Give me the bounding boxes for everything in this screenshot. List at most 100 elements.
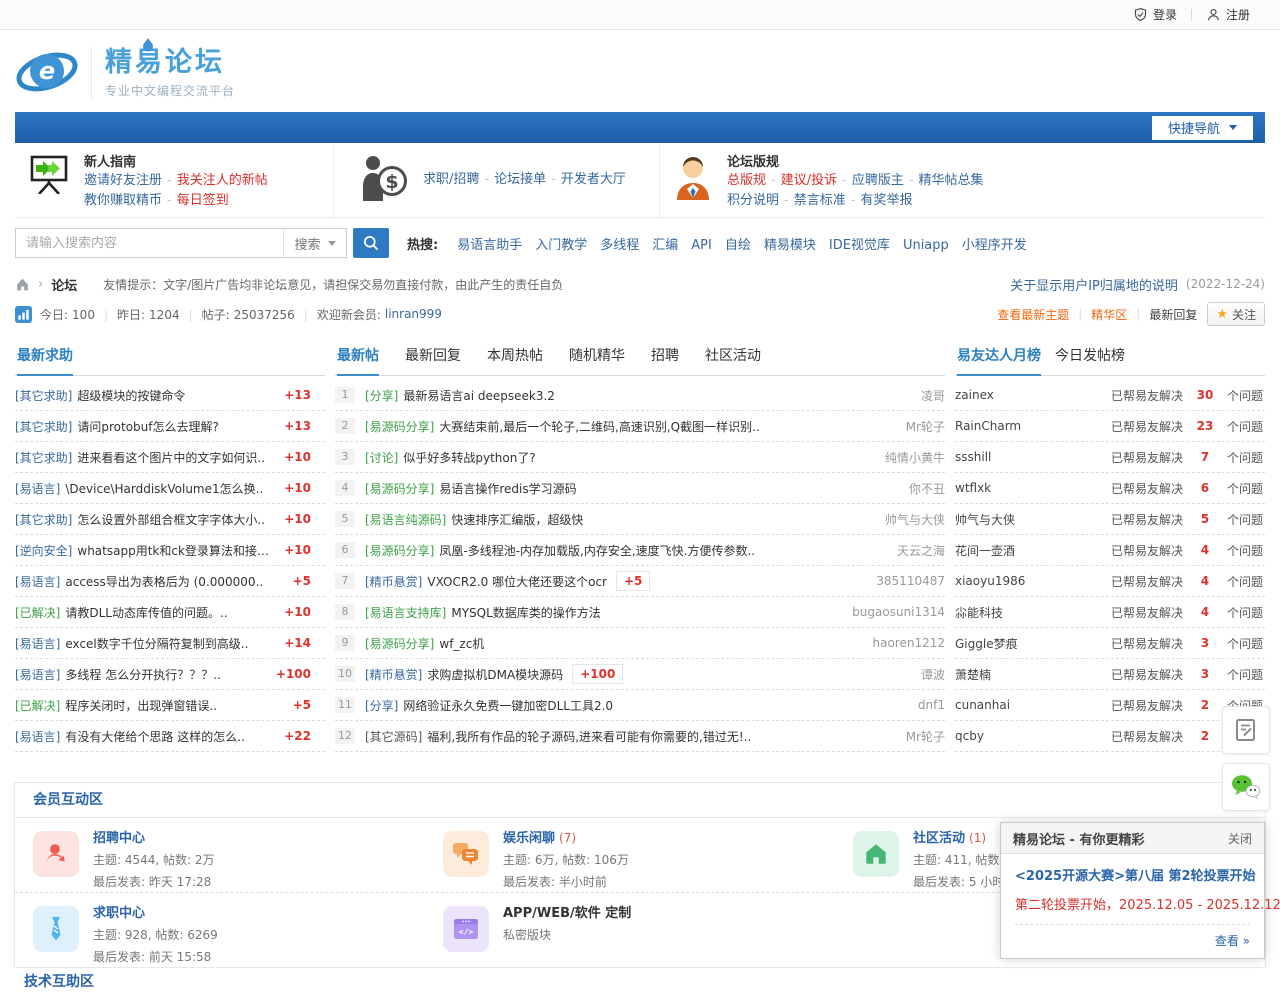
forum-block-chat[interactable]: 娱乐闲聊(7) 主题: 6万, 帖数: 106万 最后发表: 半小时前 bbox=[425, 831, 835, 879]
tab-latest-help[interactable]: 最新求助 bbox=[17, 340, 73, 376]
wechat-button[interactable] bbox=[1222, 763, 1270, 811]
block-title[interactable]: APP/WEB/软件 定制 bbox=[503, 906, 631, 921]
rules-link[interactable]: 总版规 bbox=[727, 173, 766, 188]
forum-block-jobseek[interactable]: 求职中心 主题: 928, 帖数: 6269 最后发表: 前天 15:58 bbox=[15, 906, 425, 954]
help-list-item[interactable]: [其它求助] 怎么设置外部组合框文字字体大小.. +10 bbox=[15, 504, 325, 535]
forum-block-recruit[interactable]: 招聘中心 主题: 4544, 帖数: 2万 最后发表: 昨天 17:28 bbox=[15, 831, 425, 879]
post-list-item[interactable]: 8 [易语言支持库] MYSQL数据库类的操作方法 bugaosuni1314 bbox=[335, 597, 945, 628]
rank-user-name[interactable]: Giggle梦痕 bbox=[955, 635, 1111, 652]
rank-user-name[interactable]: 帅气与大侠 bbox=[955, 511, 1111, 528]
post-category[interactable]: [精币悬赏] bbox=[365, 573, 422, 590]
latest-topics-link[interactable]: 查看最新主题 bbox=[997, 306, 1069, 323]
block-title[interactable]: 娱乐闲聊(7) bbox=[503, 831, 629, 846]
help-item-category[interactable]: [其它求助] bbox=[15, 387, 72, 404]
post-list-item[interactable]: 12 [其它源码] 福利,我所有作品的轮子源码,进来看可能有你需要的,错过无!.… bbox=[335, 721, 945, 752]
post-title[interactable]: 网络验证永久免费一键加密DLL工具2.0 bbox=[403, 697, 613, 714]
hot-search-link[interactable]: API bbox=[691, 238, 712, 253]
post-title[interactable]: 最新易语言ai deepseek3.2 bbox=[403, 387, 555, 404]
post-title[interactable]: 凤凰-多线程池-内存加载版,内存安全,速度飞快.方便传参数.. bbox=[439, 542, 755, 559]
post-category[interactable]: [易源码分享] bbox=[365, 635, 434, 652]
rank-list-item[interactable]: zainex 已帮易友解决 30 个问题 bbox=[955, 380, 1265, 411]
post-list-item[interactable]: 1 [分享] 最新易语言ai deepseek3.2 凌哥 bbox=[335, 380, 945, 411]
hot-search-link[interactable]: 精易模块 bbox=[764, 238, 816, 253]
help-item-category[interactable]: [易语言] bbox=[15, 480, 60, 497]
rules-link[interactable]: 积分说明 bbox=[727, 193, 779, 208]
post-author[interactable]: 谭波 bbox=[911, 666, 945, 683]
post-author[interactable]: 帅气与大侠 bbox=[875, 511, 945, 528]
post-list-item[interactable]: 9 [易源码分享] wf_zc机 haoren1212 bbox=[335, 628, 945, 659]
post-author[interactable]: Mr轮子 bbox=[896, 728, 945, 745]
post-author[interactable]: haoren1212 bbox=[863, 636, 946, 650]
rank-list-item[interactable]: ssshill 已帮易友解决 7 个问题 bbox=[955, 442, 1265, 473]
rank-list-item[interactable]: 帅气与大侠 已帮易友解决 5 个问题 bbox=[955, 504, 1265, 535]
post-author[interactable]: 凌哥 bbox=[911, 387, 945, 404]
jobs-link[interactable]: 求职/招聘 bbox=[423, 172, 479, 187]
help-item-title[interactable]: 超级模块的按键命令 bbox=[77, 387, 276, 404]
search-button[interactable] bbox=[353, 228, 389, 258]
posts-tab[interactable]: 随机精华 bbox=[569, 340, 625, 375]
post-category[interactable]: [分享] bbox=[365, 697, 398, 714]
rank-list-item[interactable]: 萧楚楠 已帮易友解决 3 个问题 bbox=[955, 659, 1265, 690]
hot-search-link[interactable]: 自绘 bbox=[725, 238, 751, 253]
help-list-item[interactable]: [易语言] excel数字千位分隔符复制到高级.. +14 bbox=[15, 628, 325, 659]
rank-list-item[interactable]: cunanhai 已帮易友解决 2 个问题 bbox=[955, 690, 1265, 721]
follow-button[interactable]: ★ 关注 bbox=[1207, 302, 1265, 326]
post-title[interactable]: wf_zc机 bbox=[439, 635, 484, 652]
post-list-item[interactable]: 10 [精币悬赏] 求购虚拟机DMA模块源码 +100 谭波 bbox=[335, 659, 945, 690]
rank-user-name[interactable]: wtflxk bbox=[955, 481, 1111, 495]
help-item-title[interactable]: 怎么设置外部组合框文字字体大小.. bbox=[77, 511, 276, 528]
search-input[interactable] bbox=[16, 236, 283, 251]
help-item-title[interactable]: access导出为表格后为 (0.000000.. bbox=[65, 573, 284, 590]
hot-search-link[interactable]: 汇编 bbox=[652, 238, 678, 253]
site-logo[interactable]: e 精易论坛 专业中文编程交流平台 bbox=[15, 30, 1265, 114]
rank-user-name[interactable]: xiaoyu1986 bbox=[955, 574, 1111, 588]
help-item-category[interactable]: [易语言] bbox=[15, 635, 60, 652]
digest-area-link[interactable]: 精华区 bbox=[1091, 306, 1127, 323]
quick-nav-button[interactable]: 快捷导航 bbox=[1152, 116, 1253, 140]
post-author[interactable]: 纯情小黄牛 bbox=[875, 449, 945, 466]
post-author[interactable]: Mr轮子 bbox=[896, 418, 945, 435]
rank-tab[interactable]: 今日发帖榜 bbox=[1055, 340, 1125, 375]
help-item-title[interactable]: 程序关闭时，出现弹窗错误.. bbox=[65, 697, 284, 714]
posts-tab[interactable]: 最新回复 bbox=[405, 340, 461, 375]
popup-announcement-link[interactable]: <2025开源大赛>第八届 第2轮投票开始 bbox=[1015, 865, 1250, 884]
rules-link[interactable]: 建议/投诉 bbox=[766, 173, 837, 188]
newbie-link[interactable]: 教你赚取精币 bbox=[84, 193, 162, 208]
post-title[interactable]: 求购虚拟机DMA模块源码 bbox=[427, 666, 563, 683]
post-author[interactable]: 385110487 bbox=[866, 574, 945, 588]
help-item-title[interactable]: 请教DLL动态库传值的问题。.. bbox=[65, 604, 276, 621]
post-category[interactable]: [易语言支持库] bbox=[365, 604, 446, 621]
help-item-category[interactable]: [其它求助] bbox=[15, 418, 72, 435]
post-category[interactable]: [易语言纯源码] bbox=[365, 511, 446, 528]
post-author[interactable]: dnf1 bbox=[908, 698, 945, 712]
rank-list-item[interactable]: xiaoyu1986 已帮易友解决 4 个问题 bbox=[955, 566, 1265, 597]
post-category[interactable]: [讨论] bbox=[365, 449, 398, 466]
post-title[interactable]: 易语言操作redis学习源码 bbox=[439, 480, 576, 497]
post-list-item[interactable]: 5 [易语言纯源码] 快速排序汇编版，超级快 帅气与大侠 bbox=[335, 504, 945, 535]
rank-list-item[interactable]: 花间一壶酒 已帮易友解决 4 个问题 bbox=[955, 535, 1265, 566]
hot-search-link[interactable]: 入门教学 bbox=[535, 238, 587, 253]
post-list-item[interactable]: 4 [易源码分享] 易语言操作redis学习源码 你不丑 bbox=[335, 473, 945, 504]
rank-user-name[interactable]: qcby bbox=[955, 729, 1111, 743]
help-list-item[interactable]: [已解决] 请教DLL动态库传值的问题。.. +10 bbox=[15, 597, 325, 628]
rank-list-item[interactable]: 尛能科技 已帮易友解决 4 个问题 bbox=[955, 597, 1265, 628]
hot-search-link[interactable]: 易语言助手 bbox=[457, 238, 522, 253]
help-item-category[interactable]: [已解决] bbox=[15, 697, 60, 714]
post-category[interactable]: [精币悬赏] bbox=[365, 666, 422, 683]
help-item-category[interactable]: [易语言] bbox=[15, 666, 60, 683]
post-title[interactable]: MYSQL数据库类的操作方法 bbox=[451, 604, 600, 621]
login-link[interactable]: 登录 bbox=[1133, 6, 1177, 23]
help-item-category[interactable]: [逆向安全] bbox=[15, 542, 72, 559]
rank-user-name[interactable]: 萧楚楠 bbox=[955, 666, 1111, 683]
rank-user-name[interactable]: 尛能科技 bbox=[955, 604, 1111, 621]
help-item-category[interactable]: [易语言] bbox=[15, 728, 60, 745]
help-list-item[interactable]: [已解决] 程序关闭时，出现弹窗错误.. +5 bbox=[15, 690, 325, 721]
popup-view-link[interactable]: 查看 » bbox=[1015, 932, 1250, 949]
newbie-link[interactable]: 邀请好友注册 bbox=[84, 173, 162, 188]
post-title[interactable]: VXOCR2.0 哪位大佬还要这个ocr bbox=[427, 573, 607, 590]
post-category[interactable]: [易源码分享] bbox=[365, 542, 434, 559]
ip-notice-link[interactable]: 关于显示用户IP归属地的说明 bbox=[1010, 275, 1178, 294]
help-item-title[interactable]: whatsapp用tk和ck登录算法和接口.. bbox=[77, 542, 276, 559]
help-list-item[interactable]: [其它求助] 超级模块的按键命令 +13 bbox=[15, 380, 325, 411]
newbie-link[interactable]: 我关注人的新帖 bbox=[162, 173, 268, 188]
